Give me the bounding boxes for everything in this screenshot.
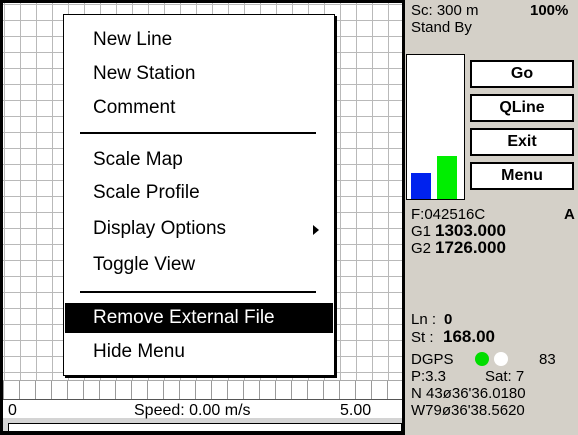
speed-readout: Speed: 0.00 m/s (134, 402, 251, 419)
menu-item-label: Toggle View (93, 254, 196, 275)
menu-item-new-line[interactable]: New Line (65, 25, 333, 55)
g1-value: 1303.000 (435, 221, 506, 240)
file-flag: A (564, 206, 575, 223)
menu-separator (80, 132, 316, 134)
menu-item-label: Comment (93, 97, 176, 118)
line-value: 0 (444, 311, 453, 328)
menu-item-label: New Station (93, 63, 196, 84)
menu-item-label: Remove External File (93, 307, 275, 328)
menu-separator (80, 291, 316, 293)
longitude-readout: W79ø36'38.5620 (411, 402, 525, 419)
dgps-status-icon (494, 352, 508, 366)
dgps-label: DGPS (411, 351, 454, 368)
scale-ticks (3, 380, 402, 401)
menu-item-scale-map[interactable]: Scale Map (65, 145, 333, 175)
menu-item-new-station[interactable]: New Station (65, 59, 333, 89)
menu-button[interactable]: Menu (470, 162, 574, 190)
g2-value: 1726.000 (435, 238, 506, 257)
menu-item-label: Scale Profile (93, 182, 200, 203)
station-label: St : (411, 329, 434, 346)
g1-label: G1 (411, 223, 432, 240)
context-menu: New Line New Station Comment Scale Map S… (63, 14, 335, 376)
signal-bars (406, 54, 465, 200)
qline-button[interactable]: QLine (470, 94, 574, 122)
submenu-arrow-icon (313, 225, 319, 235)
app-window: 0 Speed: 0.00 m/s 5.00 New Line New Stat… (0, 0, 578, 435)
dgps-value: 83 (539, 351, 556, 368)
menu-item-label: Scale Map (93, 149, 183, 170)
pdop-readout: P:3.3 (411, 368, 447, 385)
menu-item-comment[interactable]: Comment (65, 93, 333, 123)
line-label: Ln : (411, 311, 437, 328)
scale-right-label: 5.00 (340, 402, 372, 419)
exit-button[interactable]: Exit (470, 128, 574, 156)
menu-item-hide-menu[interactable]: Hide Menu (65, 337, 333, 367)
menu-item-label: Hide Menu (93, 341, 185, 362)
scale-readout: Sc: 300 m (411, 2, 479, 19)
menu-item-label: New Line (93, 29, 173, 50)
menu-item-toggle-view[interactable]: Toggle View (65, 250, 333, 280)
menu-item-remove-external-file[interactable]: Remove External File (65, 303, 333, 333)
menu-item-scale-profile[interactable]: Scale Profile (65, 178, 333, 208)
menu-item-display-options[interactable]: Display Options (65, 214, 333, 244)
progress-bar (8, 423, 402, 432)
signal-bar (437, 156, 457, 199)
latitude-readout: N 43ø36'36.0180 (411, 385, 526, 402)
satellite-count: Sat: 7 (485, 368, 525, 385)
menu-item-label: Display Options (93, 218, 227, 239)
go-button[interactable]: Go (470, 60, 574, 88)
zoom-readout: 100% (530, 2, 569, 19)
dgps-status-icon (475, 352, 489, 366)
station-value: 168.00 (443, 327, 495, 346)
status-text: Stand By (411, 19, 472, 36)
scale-left-label: 0 (8, 402, 17, 419)
signal-bar (411, 173, 431, 199)
g2-label: G2 (411, 240, 432, 257)
